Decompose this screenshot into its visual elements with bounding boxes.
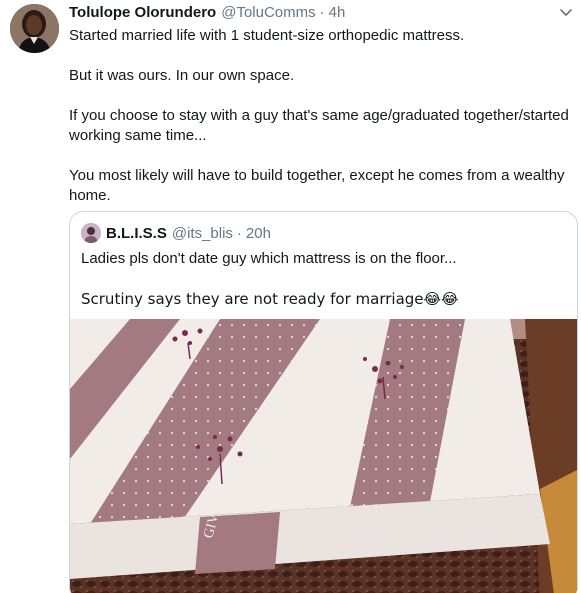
separator-dot: · xyxy=(236,224,242,242)
tweet-menu-button[interactable] xyxy=(557,4,575,22)
mattress-photo: GIVE xyxy=(70,319,577,593)
quoted-tweet-header: B.L.I.S.S @its_blis · 20h xyxy=(81,223,271,243)
quoted-paragraph: Ladies pls don't date guy which mattress… xyxy=(81,250,457,267)
tweet[interactable]: Tolulope Olorundero @ToluComms · 4h Star… xyxy=(0,0,581,593)
tweet-paragraph: But it was ours. In our own space. xyxy=(69,67,295,84)
tweet-paragraph: Started married life with 1 student-size… xyxy=(69,27,465,44)
quoted-tweet-text: Ladies pls don't date guy which mattress… xyxy=(81,249,567,309)
quoted-paragraph: Scrutiny says they are not ready for mar… xyxy=(81,290,459,308)
quoted-avatar-photo xyxy=(81,223,101,243)
author-avatar[interactable] xyxy=(10,4,59,53)
quoted-tweet-image[interactable]: GIVE xyxy=(70,319,577,593)
quoted-author-handle[interactable]: @its_blis xyxy=(172,225,233,242)
tweet-time[interactable]: 4h xyxy=(329,4,346,21)
tweet-paragraph: You most likely will have to build toget… xyxy=(69,167,565,204)
avatar-photo xyxy=(10,4,59,53)
quoted-tweet-time[interactable]: 20h xyxy=(246,225,271,242)
tweet-header: Tolulope Olorundero @ToluComms · 4h xyxy=(69,4,557,24)
chevron-down-icon xyxy=(560,9,572,16)
quoted-tweet[interactable]: B.L.I.S.S @its_blis · 20h Ladies pls don… xyxy=(69,211,578,593)
quoted-author-avatar[interactable] xyxy=(81,223,101,243)
separator-dot: · xyxy=(319,4,325,21)
author-name[interactable]: Tolulope Olorundero xyxy=(69,4,216,21)
tweet-text: Started married life with 1 student-size… xyxy=(69,26,569,206)
quoted-author-name[interactable]: B.L.I.S.S xyxy=(106,225,167,242)
author-handle[interactable]: @ToluComms xyxy=(221,4,315,21)
tweet-paragraph: If you choose to stay with a guy that's … xyxy=(69,107,569,144)
